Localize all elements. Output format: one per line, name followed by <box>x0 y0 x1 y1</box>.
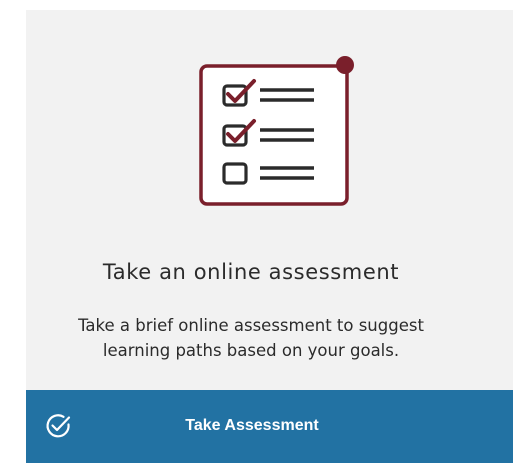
take-assessment-button[interactable]: Take Assessment <box>26 390 513 463</box>
card-title: Take an online assessment <box>102 260 400 284</box>
description-line: Take a brief online assessment to sugges… <box>78 316 424 335</box>
take-assessment-label: Take Assessment <box>185 417 319 434</box>
description-line: learning paths based on your goals. <box>102 341 400 360</box>
assessment-card: Take an online assessment Take a brief o… <box>26 10 513 463</box>
card-description: Take a brief online assessment to sugges… <box>71 313 431 363</box>
checklist-icon <box>199 56 354 206</box>
